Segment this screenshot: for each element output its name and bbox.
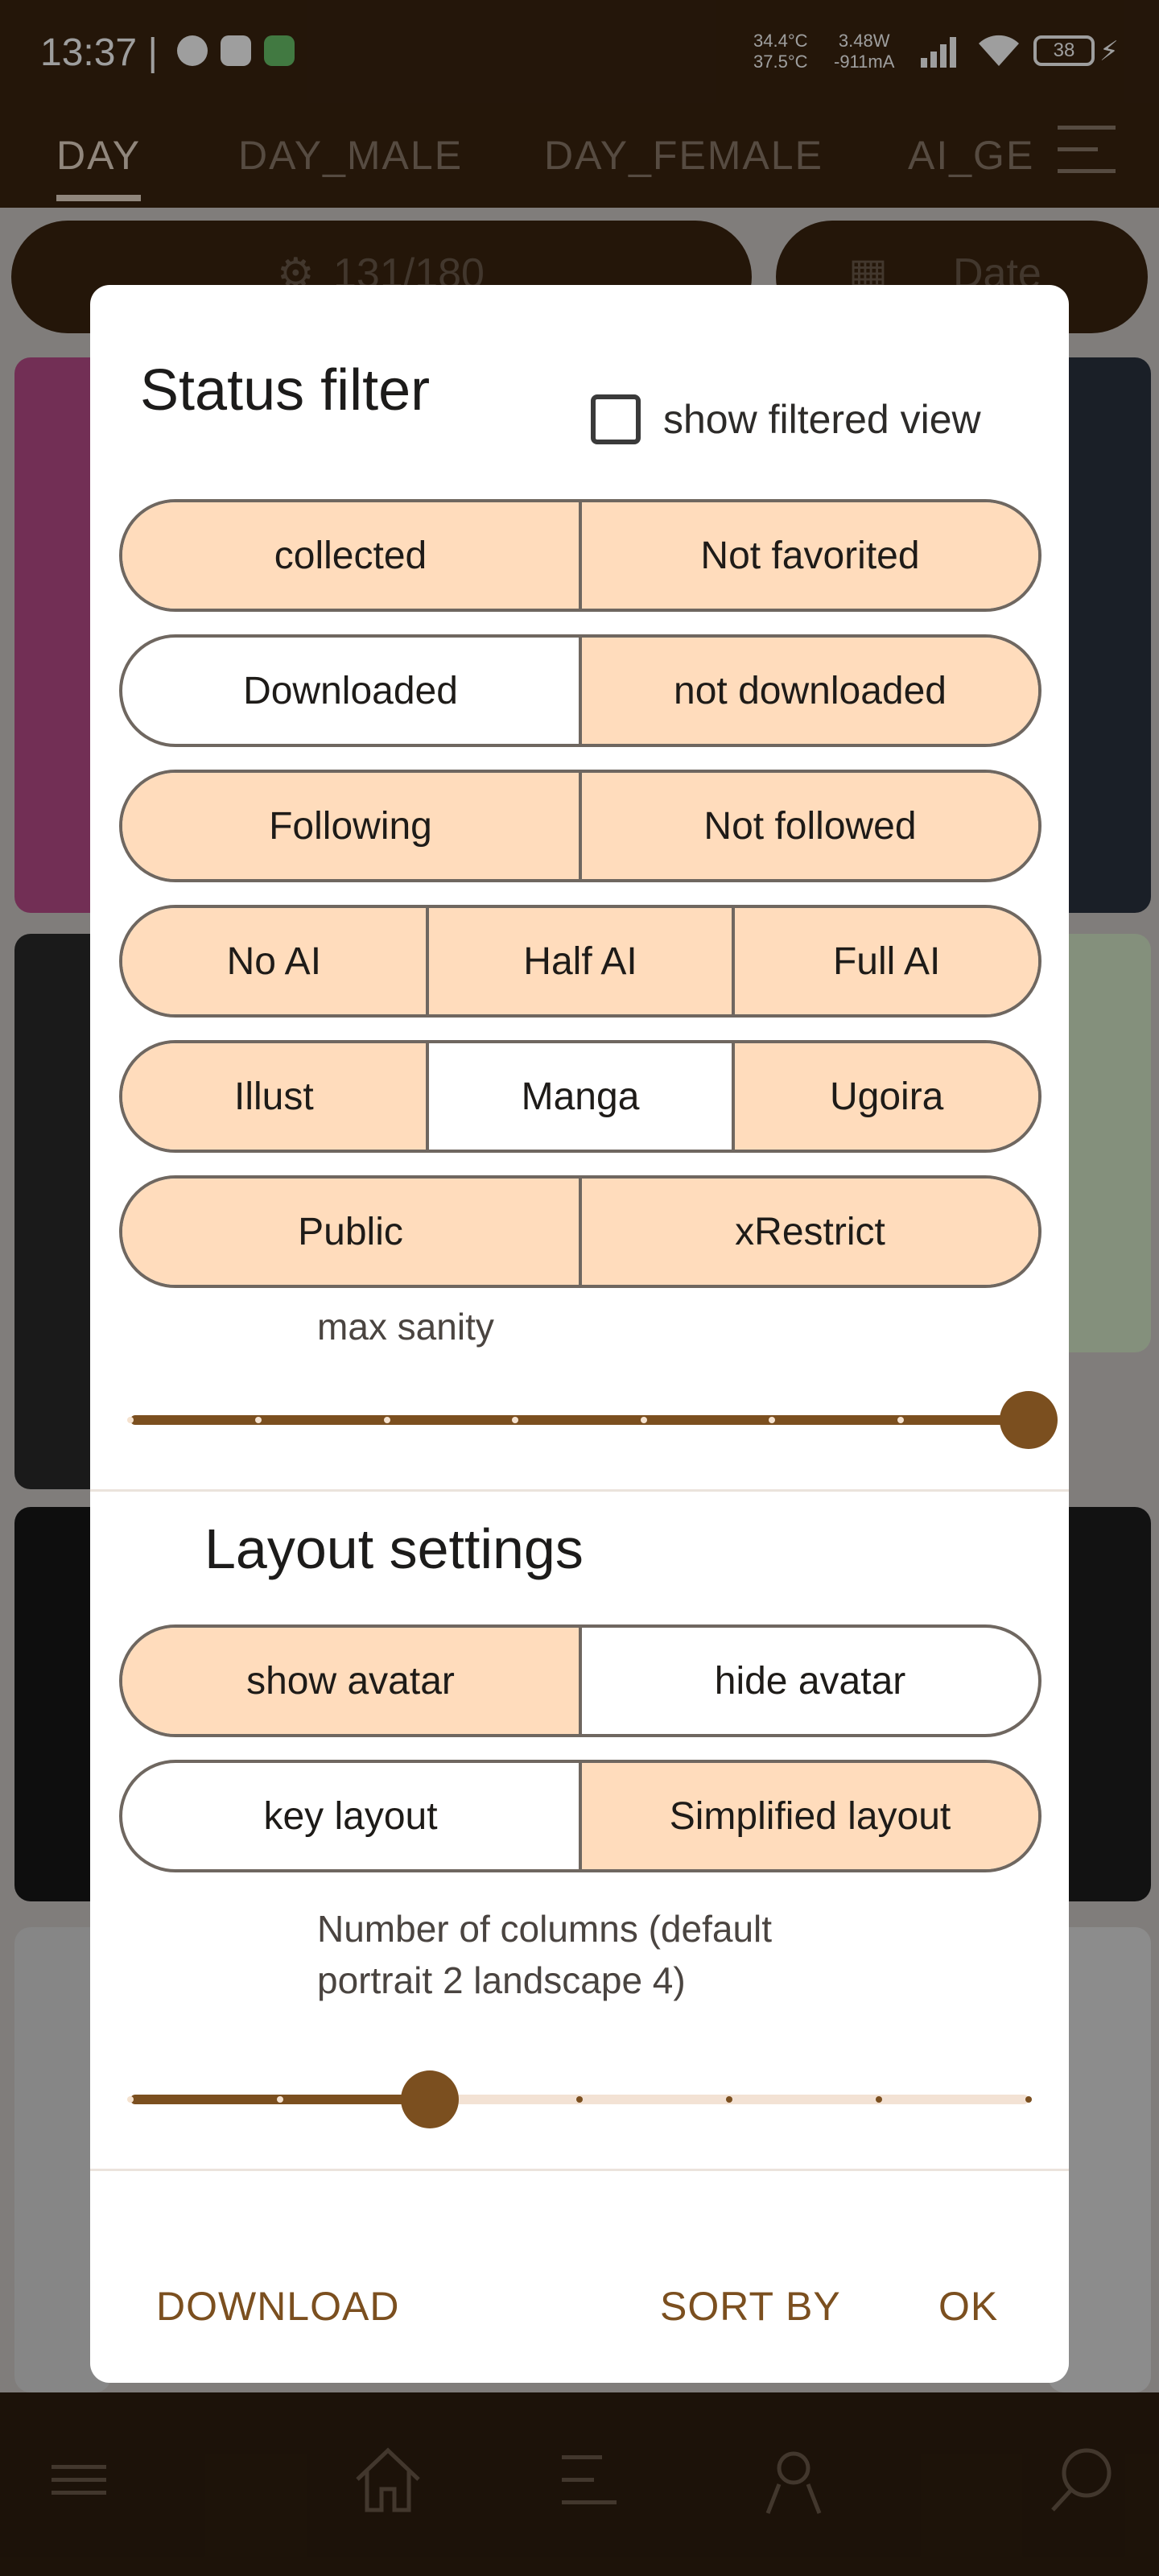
filter-not-followed[interactable]: Not followed — [582, 773, 1038, 879]
slider-tick — [897, 1417, 904, 1423]
sort-by-button[interactable]: SORT BY — [660, 2283, 841, 2330]
slider-tick — [1025, 2096, 1032, 2103]
simplified-layout-option[interactable]: Simplified layout — [582, 1763, 1038, 1869]
section-divider — [90, 1489, 1069, 1492]
filter-collected[interactable]: collected — [122, 502, 582, 609]
slider-tick — [576, 2096, 583, 2103]
ai-filter-group: No AI Half AI Full AI — [119, 905, 1041, 1018]
filter-half-ai[interactable]: Half AI — [428, 908, 736, 1014]
slider-thumb[interactable] — [401, 2070, 459, 2128]
hide-avatar-option[interactable]: hide avatar — [582, 1628, 1038, 1734]
filter-no-ai[interactable]: No AI — [122, 908, 429, 1014]
avatar-toggle-group: show avatar hide avatar — [119, 1624, 1041, 1737]
actions-divider — [90, 2169, 1069, 2171]
show-filtered-view-toggle[interactable]: show filtered view — [591, 394, 981, 444]
slider-thumb[interactable] — [1000, 1391, 1058, 1449]
filter-ugoira[interactable]: Ugoira — [735, 1043, 1038, 1150]
filter-full-ai[interactable]: Full AI — [735, 908, 1038, 1014]
slider-tick — [876, 2096, 882, 2103]
layout-settings-title: Layout settings — [204, 1517, 584, 1580]
key-layout-option[interactable]: key layout — [122, 1763, 582, 1869]
type-filter-group: Illust Manga Ugoira — [119, 1040, 1041, 1153]
filter-downloaded[interactable]: Downloaded — [122, 638, 582, 744]
filter-not-downloaded[interactable]: not downloaded — [582, 638, 1038, 744]
download-filter-group: Downloaded not downloaded — [119, 634, 1041, 747]
slider-tick — [383, 1417, 390, 1423]
favorite-filter-group: collected Not favorited — [119, 499, 1041, 612]
slider-tick — [277, 2096, 283, 2103]
layout-mode-group: key layout Simplified layout — [119, 1760, 1041, 1872]
filter-following[interactable]: Following — [122, 773, 582, 879]
download-button[interactable]: DOWNLOAD — [156, 2283, 399, 2330]
ok-button[interactable]: OK — [938, 2283, 998, 2330]
slider-tick — [640, 1417, 647, 1423]
slider-fill — [130, 1415, 1029, 1425]
status-filter-dialog: Status filter show filtered view collect… — [90, 285, 1069, 2383]
max-sanity-slider[interactable] — [127, 1388, 1058, 1452]
slider-tick — [726, 2096, 732, 2103]
filter-public[interactable]: Public — [122, 1179, 582, 1285]
show-avatar-option[interactable]: show avatar — [122, 1628, 582, 1734]
show-filtered-checkbox[interactable] — [591, 394, 641, 444]
slider-tick — [127, 2096, 134, 2103]
follow-filter-group: Following Not followed — [119, 770, 1041, 882]
filter-manga[interactable]: Manga — [429, 1043, 736, 1150]
filter-not-favorited[interactable]: Not favorited — [582, 502, 1038, 609]
slider-tick — [127, 1417, 134, 1423]
columns-slider[interactable] — [127, 2067, 1032, 2132]
max-sanity-label: max sanity — [317, 1306, 494, 1348]
dialog-title: Status filter — [140, 358, 431, 423]
filter-xrestrict[interactable]: xRestrict — [582, 1179, 1038, 1285]
show-filtered-label: show filtered view — [663, 397, 981, 442]
restrict-filter-group: Public xRestrict — [119, 1175, 1041, 1288]
filter-illust[interactable]: Illust — [122, 1043, 429, 1150]
columns-label: Number of columns (default portrait 2 la… — [317, 1908, 773, 2001]
